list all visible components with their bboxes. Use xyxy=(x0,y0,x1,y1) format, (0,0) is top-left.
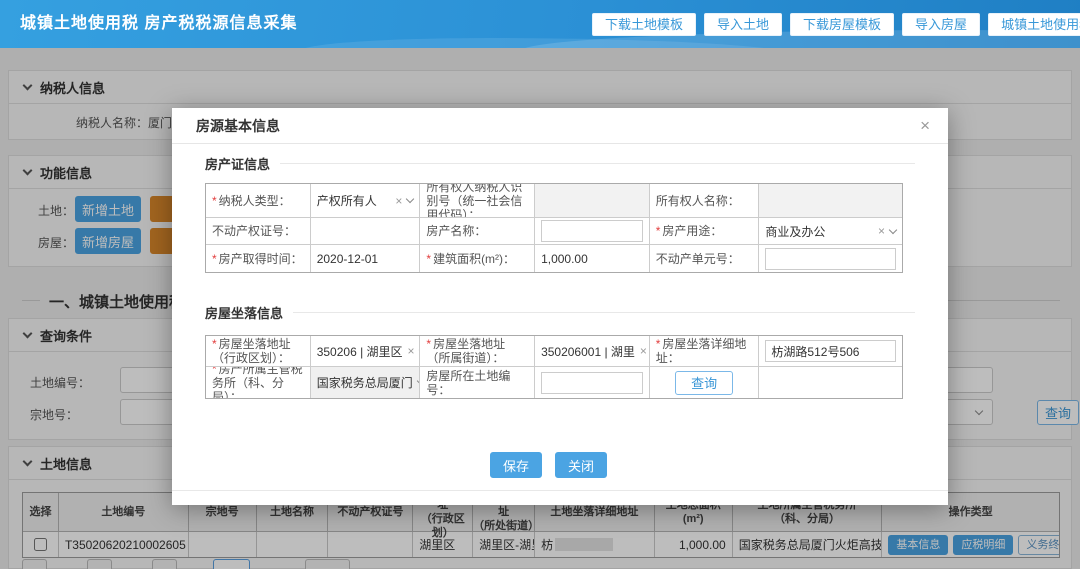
required-asterisk: * xyxy=(212,367,217,376)
chevron-down-icon xyxy=(888,225,898,234)
chevron-down-icon xyxy=(406,194,415,204)
select-field[interactable]: 350206 | 湖里区 × xyxy=(310,336,421,367)
import-house-button[interactable]: 导入房屋 xyxy=(902,13,981,36)
readonly-field xyxy=(535,184,650,218)
clear-icon[interactable]: × xyxy=(878,224,885,238)
input-field[interactable] xyxy=(765,247,896,270)
field-label: 不动产权证号： xyxy=(206,218,311,245)
select-value: 产权所有人 xyxy=(316,194,377,208)
select-value: 国家税务总局厦门 xyxy=(316,376,413,390)
input-field[interactable] xyxy=(541,220,643,242)
required-asterisk: * xyxy=(655,224,661,238)
field-label: 房屋所在土地编号： xyxy=(420,367,536,398)
cert-section-legend: 房产证信息 xyxy=(205,154,915,173)
input-field[interactable]: 枋湖路512号506 xyxy=(765,340,896,362)
legend-line xyxy=(293,312,915,313)
empty-cell xyxy=(759,367,902,398)
clear-icon[interactable]: × xyxy=(408,344,415,358)
clear-icon[interactable]: × xyxy=(640,344,647,358)
field-value: 2020-12-01 xyxy=(311,245,421,272)
field-label: * 房屋坐落详细地址： xyxy=(649,336,760,367)
cert-section-title: 房产证信息 xyxy=(205,157,271,172)
select-value: 350206001 | 湖里 xyxy=(541,344,635,359)
close-button[interactable]: 关闭 xyxy=(555,452,607,478)
location-section-legend: 房屋坐落信息 xyxy=(205,303,915,322)
modal-footer-divider xyxy=(172,490,948,491)
house-basic-info-modal: 房源基本信息 × 房产证信息 * 纳税人类型： 产权所有人 × 所有权人纳税人识别号（统… xyxy=(172,108,948,505)
cert-form-table: * 纳税人类型： 产权所有人 × 所有权人纳税人识别号（统一社会信用代码）： 所有权人名称… xyxy=(205,183,903,273)
select-field[interactable]: 产权所有人 × xyxy=(310,184,421,218)
required-asterisk: * xyxy=(212,193,217,208)
field-label: * 纳税人类型： xyxy=(206,184,311,218)
select-field[interactable]: 商业及办公 × xyxy=(759,218,902,245)
required-asterisk: * xyxy=(655,337,661,351)
empty-cell xyxy=(310,218,421,245)
query-button-cell: 查询 xyxy=(650,367,760,398)
land-house-tax-declare-button[interactable]: 城镇土地使用税 房产税申报 xyxy=(988,13,1080,36)
legend-line xyxy=(280,163,915,164)
save-button[interactable]: 保存 xyxy=(490,452,542,478)
location-section-title: 房屋坐落信息 xyxy=(205,306,284,321)
header-actions: 下载土地模板导入土地下载房屋模板导入房屋城镇土地使用税 房产税申报 xyxy=(592,13,1080,36)
input-field[interactable] xyxy=(541,371,643,394)
required-asterisk: * xyxy=(212,251,217,266)
close-icon[interactable]: × xyxy=(920,117,930,135)
field-label: * 房产所属主管税务所（科、分局）： xyxy=(206,367,311,398)
select-field[interactable]: 国家税务总局厦门 xyxy=(310,367,421,398)
field-value: 1,000.00 xyxy=(535,245,650,272)
required-asterisk: * xyxy=(426,337,432,351)
field-label: 所有权人名称： xyxy=(649,184,760,218)
modal-title: 房源基本信息 xyxy=(172,108,948,144)
readonly-field xyxy=(759,184,902,218)
input-cell: 枋湖路512号506 xyxy=(759,336,902,367)
select-value: 350206 | 湖里区 xyxy=(316,344,403,359)
input-cell xyxy=(535,367,650,398)
required-asterisk: * xyxy=(426,251,432,266)
clear-icon[interactable]: × xyxy=(395,194,402,208)
field-label: * 房产用途： xyxy=(649,218,760,245)
query-button[interactable]: 查询 xyxy=(675,370,734,395)
field-label: 不动产单元号： xyxy=(650,245,760,272)
download-house-template-button[interactable]: 下载房屋模板 xyxy=(790,13,895,36)
download-land-template-button[interactable]: 下载土地模板 xyxy=(592,13,697,36)
app-header: 城镇土地使用税 房产税税源信息采集 下载土地模板 导入土地 下载房屋模板 导入房屋 城镇… xyxy=(0,0,1080,48)
field-label: 房产名称： xyxy=(420,218,536,245)
page-title: 城镇土地使用税 房产税税源信息采集 xyxy=(20,15,298,32)
field-label: * 房屋坐落地址（行政区划）： xyxy=(206,336,311,367)
field-label: * 建筑面积(m²)： xyxy=(420,245,536,272)
import-land-button[interactable]: 导入土地 xyxy=(704,13,783,36)
app-window: 纳税人信息 纳税人名称：厦门 功能信息 土地： 新增土地 房屋： 新增房屋 一、… xyxy=(0,0,1080,569)
field-label: 所有权人纳税人识别号（统一社会信用代码）： xyxy=(420,184,536,218)
field-label: * 房屋坐落地址（所属街道）： xyxy=(420,336,536,367)
location-form-table: * 房屋坐落地址（行政区划）： 350206 | 湖里区 × * 房屋坐落地址（所属街道）… xyxy=(205,335,903,399)
field-label: * 房产取得时间： xyxy=(206,245,311,272)
select-field[interactable]: 350206001 | 湖里 × xyxy=(535,336,650,367)
select-value: 商业及办公 xyxy=(765,224,826,239)
input-cell xyxy=(759,245,902,272)
required-asterisk: * xyxy=(212,337,217,351)
input-cell xyxy=(535,218,650,245)
